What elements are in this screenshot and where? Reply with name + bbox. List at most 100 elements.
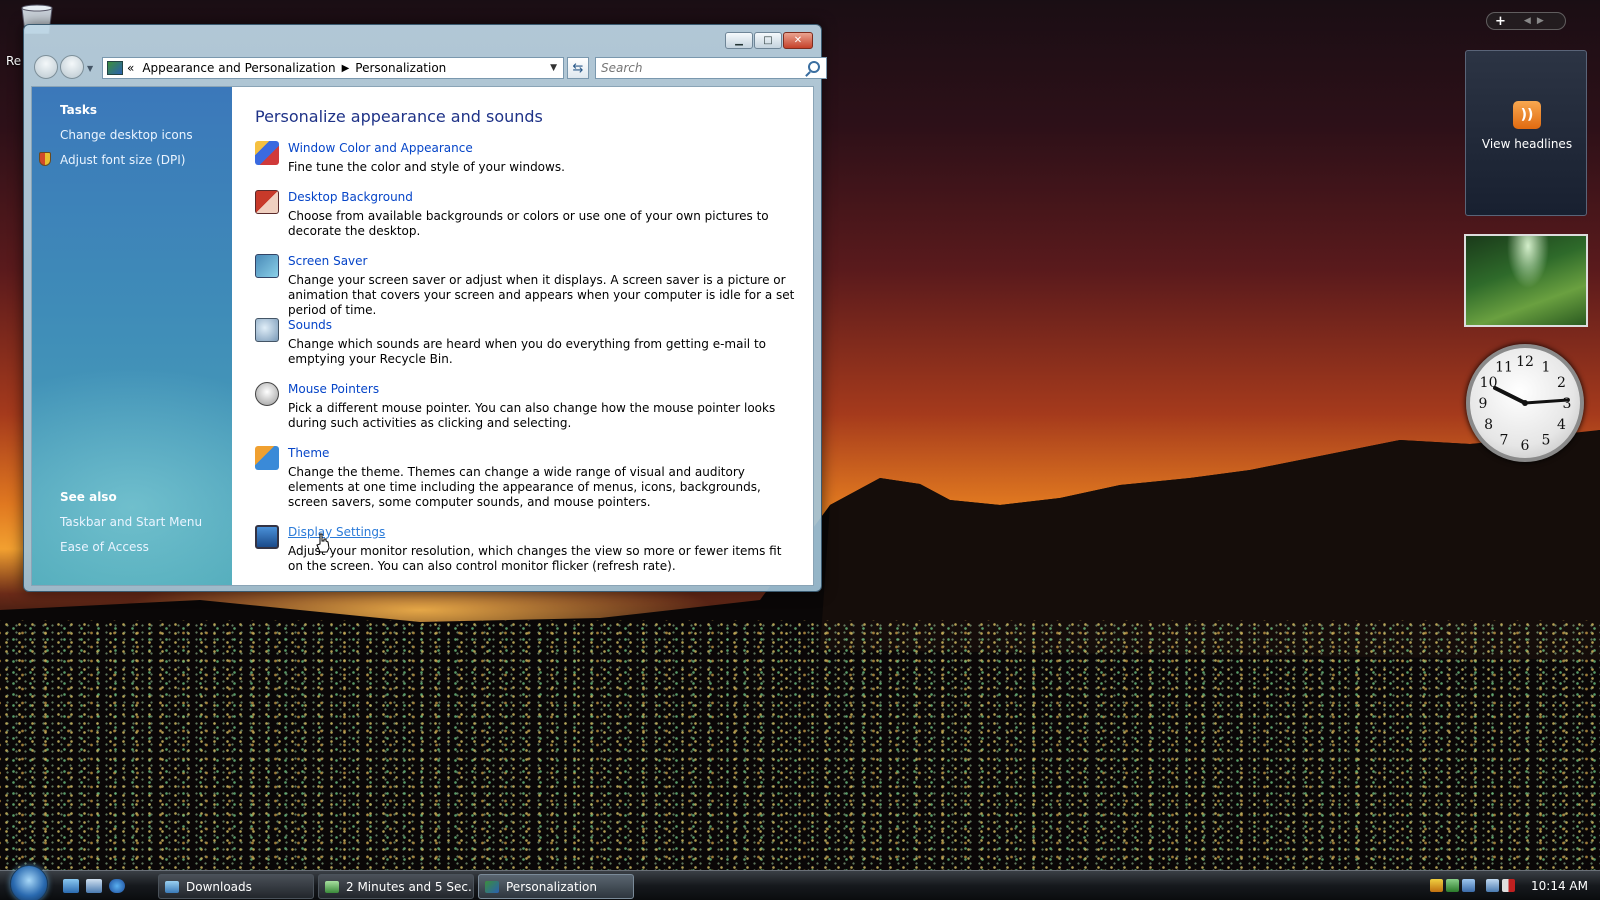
taskbar-button-downloads[interactable]: Downloads [158,874,314,899]
start-button[interactable] [10,865,48,900]
sounds-link[interactable]: Sounds [288,318,332,332]
internet-explorer-icon[interactable] [109,879,125,893]
theme-link[interactable]: Theme [288,446,329,460]
clock-number: 5 [1542,432,1551,448]
search-box[interactable] [595,57,827,79]
item-description: Pick a different mouse pointer. You can … [288,401,776,430]
hand-cursor-icon [316,533,330,553]
taskbar-button-personalization[interactable]: Personalization [478,874,634,899]
item-description: Fine tune the color and style of your wi… [288,160,565,174]
taskbar-button-label: Downloads [186,879,252,894]
network-status-icon[interactable] [1446,879,1459,892]
breadcrumb-parent[interactable]: Appearance and Personalization [142,61,335,75]
add-gadget-button[interactable]: + [1495,14,1506,29]
maximize-icon: □ [763,35,773,46]
recycle-bin-label[interactable]: Re [6,54,21,68]
security-shield-icon[interactable] [1430,879,1443,892]
show-desktop-icon[interactable] [63,879,79,893]
desktop-background-link[interactable]: Desktop Background [288,190,413,204]
clock-number: 3 [1563,396,1572,412]
minimize-button[interactable]: ▁ [725,32,753,49]
volume-muted-icon[interactable] [1502,879,1515,892]
clock-hour-hand [1493,386,1527,405]
see-also-taskbar-start-menu[interactable]: Taskbar and Start Menu [60,515,202,529]
task-adjust-font-size[interactable]: Adjust font size (DPI) [60,153,185,167]
screen-saver-link[interactable]: Screen Saver [288,254,367,268]
recent-pages-dropdown-icon[interactable]: ▼ [87,64,93,73]
clock-number: 8 [1484,417,1493,433]
maximize-button[interactable]: □ [754,32,782,49]
network-connection-icon[interactable] [1486,879,1499,892]
breadcrumb-separator-icon[interactable]: ▶ [342,63,350,74]
breadcrumb-current[interactable]: Personalization [355,61,446,75]
forward-button[interactable] [60,55,84,79]
sounds-icon[interactable] [255,318,279,342]
media-icon [325,880,339,893]
folder-icon [165,880,179,893]
main-panel: Personalize appearance and sounds Window… [255,87,810,585]
sidebar-gadget-controls: + ◀▶ [1486,12,1566,30]
city-lights [0,620,1600,870]
taskbar-clock[interactable]: 10:14 AM [1531,879,1588,893]
minimize-icon: ▁ [735,35,743,46]
item-description: Change which sounds are heard when you d… [288,337,766,366]
slideshow-gadget[interactable] [1464,234,1588,327]
notification-area: 10:14 AM [1420,871,1600,900]
caption-buttons: ▁ □ ✕ [724,32,813,49]
feed-headlines-gadget[interactable]: )) View headlines [1465,50,1587,216]
control-panel-icon [485,880,499,893]
clock-face: 12 1234567891011 [1479,354,1572,454]
display-settings-link[interactable]: Display Settings [288,525,385,539]
tasks-heading: Tasks [60,103,98,117]
task-change-desktop-icons[interactable]: Change desktop icons [60,128,193,142]
item-description: Adjust your monitor resolution, which ch… [288,544,782,573]
taskbar-button-label: 2 Minutes and 5 Sec... [346,879,474,894]
clock-gadget[interactable]: 12 1 2 3 4 5 6 7 8 9 10 11 [1466,344,1584,462]
see-also-ease-of-access[interactable]: Ease of Access [60,540,149,554]
display-settings-icon[interactable] [255,525,279,549]
clock-number: 1 [1542,360,1551,376]
control-panel-icon [107,61,123,75]
window-color-link[interactable]: Window Color and Appearance [288,141,473,155]
windows-update-icon[interactable] [1462,879,1475,892]
desktop-background-icon[interactable] [255,190,279,214]
mouse-pointers-icon[interactable] [255,382,279,406]
uac-shield-icon [39,152,51,166]
item-description: Choose from available backgrounds or col… [288,209,769,238]
close-icon: ✕ [793,35,803,46]
content-area: Tasks Change desktop icons Adjust font s… [31,86,814,586]
switch-windows-icon[interactable] [86,879,102,893]
clock-number: 11 [1495,360,1513,376]
theme-icon[interactable] [255,446,279,470]
item-description: Change your screen saver or adjust when … [288,273,795,317]
refresh-button[interactable]: ⇆ [567,57,589,79]
mouse-pointers-link[interactable]: Mouse Pointers [288,382,379,396]
taskbar-button-media[interactable]: 2 Minutes and 5 Sec... [318,874,474,899]
page-title: Personalize appearance and sounds [255,107,543,126]
clock-center [1522,400,1528,406]
close-button[interactable]: ✕ [783,32,813,49]
taskbar-button-label: Personalization [506,879,597,894]
clock-number: 6 [1521,438,1530,454]
window-color-icon[interactable] [255,141,279,165]
item-description: Change the theme. Themes can change a wi… [288,465,761,509]
search-icon[interactable] [808,61,820,73]
task-pane: Tasks Change desktop icons Adjust font s… [32,87,232,585]
clock-number: 12 [1516,354,1534,370]
navigation-bar: ▼ « Appearance and Personalization ▶ Per… [32,55,827,81]
clock-number: 7 [1500,432,1509,448]
gadget-nav-arrows-icon[interactable]: ◀▶ [1524,16,1550,26]
clock-number: 2 [1557,375,1566,391]
address-bar[interactable]: « Appearance and Personalization ▶ Perso… [102,57,564,79]
address-dropdown-icon[interactable]: ▼ [550,63,557,73]
taskbar: Downloads 2 Minutes and 5 Sec... Persona… [0,865,1600,900]
clock-number: 9 [1479,396,1488,412]
back-button[interactable] [34,55,58,79]
see-also-heading: See also [60,490,117,504]
clock-number: 4 [1557,417,1566,433]
screen-saver-icon[interactable] [255,254,279,278]
personalization-window[interactable]: ▁ □ ✕ ▼ « Appearance and Personalization… [23,24,827,592]
search-input[interactable] [601,61,801,75]
breadcrumb-overflow[interactable]: « [127,61,134,75]
view-headlines-label[interactable]: View headlines [1466,137,1588,151]
